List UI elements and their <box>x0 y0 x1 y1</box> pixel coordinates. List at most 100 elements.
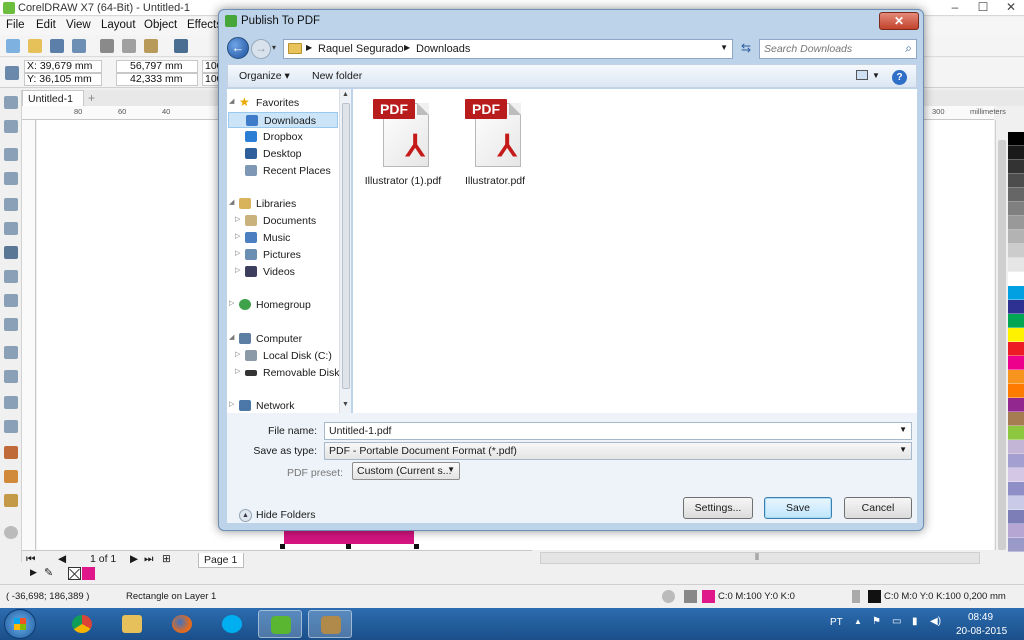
menu-file[interactable]: File <box>6 19 25 31</box>
palette-swatch[interactable] <box>1008 342 1024 356</box>
dimension-tool-icon[interactable] <box>4 346 18 359</box>
selection-handle[interactable] <box>414 544 419 549</box>
clock-time[interactable]: 08:49 <box>968 612 993 623</box>
search-input[interactable] <box>764 41 894 57</box>
help-icon[interactable]: ? <box>892 70 907 85</box>
polygon-tool-icon[interactable] <box>4 294 18 307</box>
search-icon[interactable]: ⌕ <box>905 41 912 56</box>
nav-homegroup[interactable]: ▷ Homegroup <box>227 297 339 313</box>
save-type-dropdown-icon[interactable]: ▼ <box>899 445 907 454</box>
new-icon[interactable] <box>6 39 20 53</box>
palette-swatch[interactable] <box>1008 510 1024 524</box>
palette-swatch[interactable] <box>1008 328 1024 342</box>
palette-swatch[interactable] <box>1008 132 1024 146</box>
language-indicator[interactable]: PT <box>830 617 843 628</box>
palette-arrow-icon[interactable]: ▶ <box>30 567 37 578</box>
scroll-up-icon[interactable]: ▲ <box>342 91 349 98</box>
next-page-icon[interactable]: ▶ <box>130 553 138 565</box>
text-tool-icon[interactable] <box>4 318 18 331</box>
palette-swatch[interactable] <box>1008 216 1024 230</box>
collapse-arrow-icon[interactable]: ◢ <box>229 198 234 206</box>
palette-swatch[interactable] <box>1008 202 1024 216</box>
palette-swatch[interactable] <box>1008 300 1024 314</box>
transparency-tool-icon[interactable] <box>4 420 18 433</box>
scroll-thumb[interactable] <box>998 140 1006 550</box>
network-signal-icon[interactable]: ▮ <box>912 616 918 627</box>
palette-swatch[interactable] <box>1008 160 1024 174</box>
horizontal-scrollbar[interactable]: ⦀ <box>540 552 980 564</box>
menu-effects[interactable]: Effects <box>187 19 222 31</box>
scroll-thumb[interactable] <box>342 103 350 389</box>
palette-swatch[interactable] <box>1008 440 1024 454</box>
settings-button[interactable]: Settings... <box>683 497 753 519</box>
cancel-button[interactable]: Cancel <box>844 497 912 519</box>
nav-pictures[interactable]: ▷ Pictures <box>227 247 339 263</box>
menu-object[interactable]: Object <box>144 19 177 31</box>
nav-videos[interactable]: ▷ Videos <box>227 264 339 280</box>
ellipse-tool-icon[interactable] <box>4 270 18 283</box>
new-folder-button[interactable]: New folder <box>312 70 362 82</box>
copy-icon[interactable] <box>122 39 136 53</box>
refresh-icon[interactable]: ⇆ <box>737 39 755 59</box>
taskbar-firefox[interactable] <box>160 610 204 638</box>
palette-swatch[interactable] <box>1008 496 1024 510</box>
prev-page-icon[interactable]: ◀ <box>58 553 66 565</box>
nav-removable-disk[interactable]: ▷ Removable Disk ( <box>227 365 346 381</box>
x-position-field[interactable]: X: 39,679 mm <box>24 60 102 73</box>
nav-libraries[interactable]: ◢ Libraries <box>227 196 339 212</box>
collapse-arrow-icon[interactable]: ◢ <box>229 333 234 341</box>
expand-arrow-icon[interactable]: ▷ <box>235 249 240 257</box>
palette-swatch[interactable] <box>1008 356 1024 370</box>
palette-swatch[interactable] <box>1008 286 1024 300</box>
palette-swatch[interactable] <box>1008 230 1024 244</box>
nav-downloads[interactable]: Downloads <box>228 112 338 128</box>
connector-tool-icon[interactable] <box>4 370 18 383</box>
file-name-field[interactable]: Untitled-1.pdf ▼ <box>324 422 912 440</box>
outline-pen-icon[interactable] <box>852 590 860 603</box>
palette-swatch[interactable] <box>1008 524 1024 538</box>
action-center-icon[interactable]: ⚑ <box>872 616 881 627</box>
palette-swatch[interactable] <box>1008 412 1024 426</box>
nav-favorites[interactable]: ◢ ★ Favorites <box>227 95 339 111</box>
taskbar-skype[interactable] <box>210 610 254 638</box>
breadcrumb-user[interactable]: Raquel Segurado <box>318 43 404 55</box>
print-icon[interactable] <box>72 39 86 53</box>
history-dropdown-icon[interactable]: ▾ <box>272 43 276 52</box>
add-page-icon[interactable]: ⊞ <box>162 553 171 565</box>
nav-computer[interactable]: ◢ Computer <box>227 331 339 347</box>
color-palette[interactable] <box>1008 132 1024 557</box>
pick-tool-icon[interactable] <box>4 96 18 109</box>
palette-swatch[interactable] <box>1008 468 1024 482</box>
file-name-dropdown-icon[interactable]: ▼ <box>899 425 907 434</box>
nav-documents[interactable]: ▷ Documents <box>227 213 339 229</box>
expand-arrow-icon[interactable]: ▷ <box>235 350 240 358</box>
last-page-icon[interactable]: ⏭ <box>144 553 153 566</box>
height-field[interactable]: 42,333 mm <box>116 73 198 86</box>
undo-icon[interactable] <box>174 39 188 53</box>
maximize-icon[interactable]: ☐ <box>976 0 990 14</box>
color-proof-icon[interactable] <box>662 590 675 603</box>
freehand-tool-icon[interactable] <box>4 198 18 211</box>
palette-swatch[interactable] <box>1008 314 1024 328</box>
breadcrumb-downloads[interactable]: Downloads <box>416 43 470 55</box>
palette-swatch[interactable] <box>1008 146 1024 160</box>
fill-bucket-icon[interactable] <box>684 590 697 603</box>
add-tab-icon[interactable]: + <box>88 91 95 105</box>
breadcrumb-separator-icon[interactable]: ▶ <box>306 43 312 52</box>
save-type-select[interactable]: PDF - Portable Document Format (*.pdf) ▼ <box>324 442 912 460</box>
preset-dropdown-icon[interactable]: ▼ <box>447 465 455 474</box>
palette-swatch[interactable] <box>1008 454 1024 468</box>
palette-swatch[interactable] <box>1008 370 1024 384</box>
menu-view[interactable]: View <box>66 19 91 31</box>
fill-tool-icon[interactable] <box>4 470 18 483</box>
minimize-icon[interactable]: – <box>948 0 962 14</box>
palette-swatch[interactable] <box>1008 384 1024 398</box>
volume-icon[interactable]: ◀) <box>930 616 941 627</box>
artistic-media-icon[interactable] <box>4 222 18 235</box>
nav-desktop[interactable]: Desktop <box>227 146 339 162</box>
menu-edit[interactable]: Edit <box>36 19 56 31</box>
address-dropdown-icon[interactable]: ▼ <box>720 43 728 52</box>
paste-icon[interactable] <box>144 39 158 53</box>
taskbar-corel-paint[interactable] <box>308 610 352 638</box>
shadow-tool-icon[interactable] <box>4 396 18 409</box>
